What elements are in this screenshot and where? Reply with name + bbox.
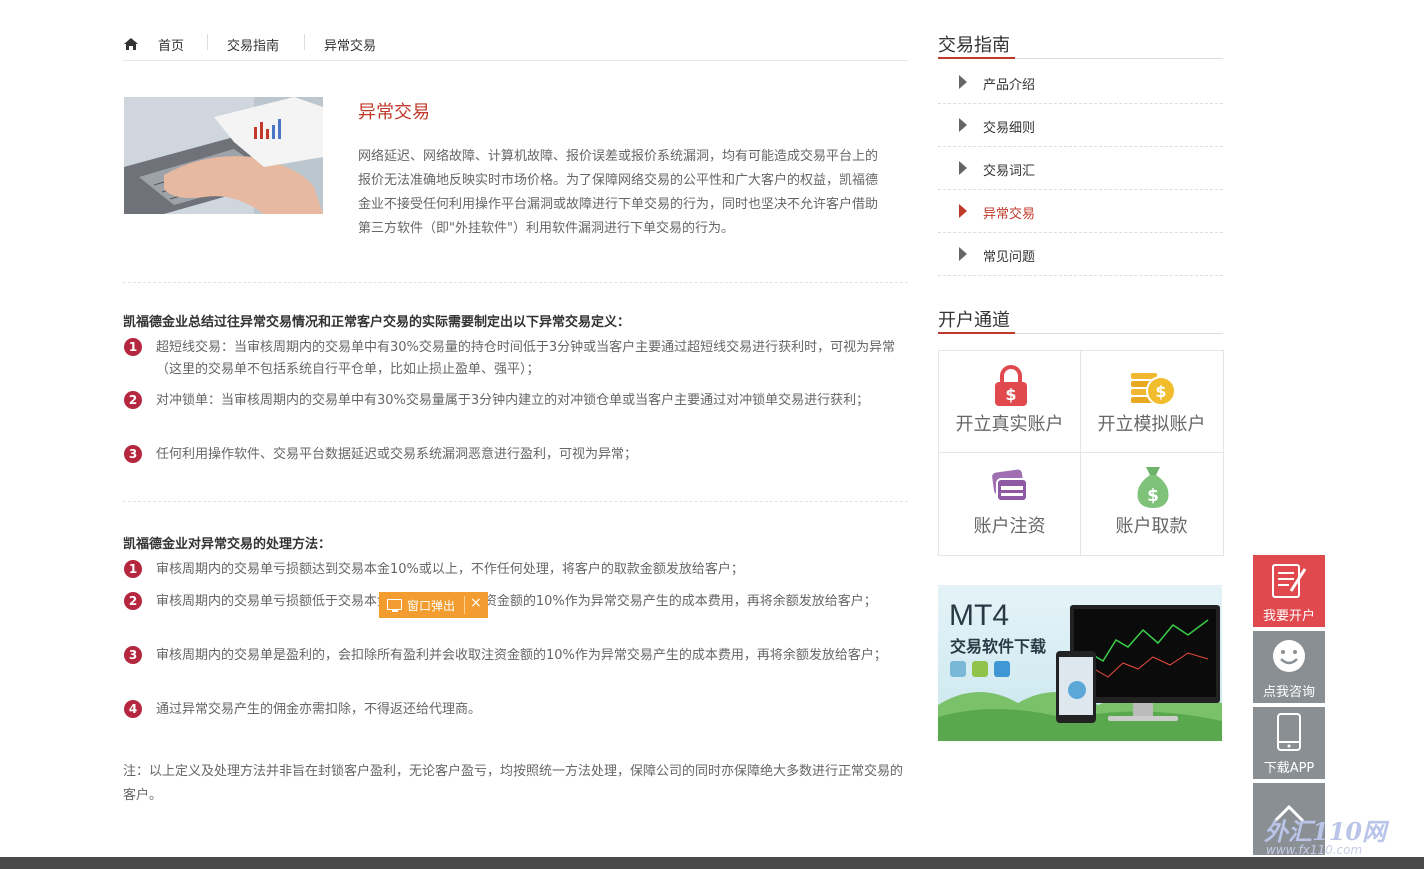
breadcrumb-home-link[interactable]: 首页 — [158, 35, 184, 54]
sidebar-item-abnormal[interactable]: 异常交易 — [938, 189, 1223, 233]
coins-icon: $ — [1131, 373, 1176, 406]
form-pen-icon — [1272, 564, 1307, 598]
divider — [123, 282, 908, 283]
list-number-badge: 4 — [124, 700, 142, 718]
sidebar-item-label[interactable]: 常见问题 — [983, 246, 1035, 265]
breadcrumb-separator — [207, 34, 208, 50]
phone-icon — [1277, 713, 1301, 751]
divider — [123, 501, 908, 502]
sidebar-title-accent — [938, 57, 1015, 59]
withdraw-tile[interactable]: $ 账户取款 — [1081, 453, 1222, 554]
popup-label[interactable]: 窗口弹出 — [407, 597, 455, 614]
open-real-account-tile[interactable]: $ 开立真实账户 — [939, 351, 1080, 452]
lock-dollar-icon: $ — [995, 365, 1027, 406]
keyboard-hand-image-art — [124, 97, 323, 214]
svg-text:$: $ — [1155, 382, 1166, 401]
sidebar-item-label[interactable]: 异常交易 — [983, 203, 1035, 222]
tile-label[interactable]: 账户注资 — [939, 512, 1080, 538]
caret-right-icon — [959, 161, 967, 175]
account-tile-grid: $ 开立真实账户 $ 开立模拟账户 账户注资 $ 账户取款 — [938, 350, 1224, 556]
list-item: 对冲锁单：当审核周期内的交易单中有30%交易量属于3分钟内建立的对冲锁仓单或当客… — [156, 393, 870, 408]
svg-text:$: $ — [1147, 486, 1159, 506]
caret-right-icon — [959, 75, 967, 89]
section2-title: 凯福德金业对异常交易的处理方法： — [123, 537, 332, 552]
tile-label[interactable]: 开立真实账户 — [939, 410, 1080, 436]
list-number-badge: 2 — [124, 592, 142, 610]
popup-divider — [464, 596, 465, 614]
breadcrumb-guide-link[interactable]: 交易指南 — [227, 35, 279, 54]
sidebar-item-glossary[interactable]: 交易词汇 — [938, 146, 1223, 190]
float-button-label[interactable]: 我要开户 — [1253, 605, 1325, 624]
list-item: 任何利用操作软件、交易平台数据延迟或交易系统漏洞恶意进行盈利，可视为异常； — [156, 447, 638, 462]
svg-text:$: $ — [1005, 385, 1016, 404]
breadcrumb-separator — [304, 34, 305, 50]
monitor-icon — [387, 599, 402, 612]
sidebar-item-label[interactable]: 交易词汇 — [983, 160, 1035, 179]
tile-label[interactable]: 账户取款 — [1081, 512, 1222, 538]
breadcrumb: 首页 交易指南 异常交易 — [123, 30, 908, 61]
watermark-logo: 外汇110网 — [1264, 817, 1387, 846]
download-app-float-button[interactable]: 下载APP — [1253, 707, 1325, 779]
mt4-download-banner[interactable]: MT4 交易软件下载 — [938, 585, 1222, 741]
home-icon[interactable] — [123, 37, 139, 51]
section1-title: 凯福德金业总结过往异常交易情况和正常客户交易的实际需要制定出以下异常交易定义： — [123, 315, 631, 330]
sidebar-item-label[interactable]: 产品介绍 — [983, 74, 1035, 93]
money-bag-icon: $ — [1137, 467, 1169, 508]
card-icon — [992, 469, 1028, 502]
caret-right-icon — [959, 247, 967, 261]
tile-label[interactable]: 开立模拟账户 — [1081, 410, 1222, 436]
smile-chat-icon — [1273, 640, 1305, 672]
watermark-url: www.fx110.com — [1266, 843, 1363, 857]
caret-right-icon — [959, 204, 967, 218]
float-button-label[interactable]: 下载APP — [1253, 757, 1325, 776]
deposit-tile[interactable]: 账户注资 — [939, 453, 1080, 554]
list-number-badge: 1 — [124, 560, 142, 578]
mt4-title: MT4 — [949, 599, 1009, 632]
open-account-float-button[interactable]: 我要开户 — [1253, 555, 1325, 627]
sidebar-item-label[interactable]: 交易细则 — [983, 117, 1035, 136]
list-number-badge: 2 — [124, 391, 142, 409]
list-number-badge: 1 — [124, 338, 142, 356]
open-demo-account-tile[interactable]: $ 开立模拟账户 — [1081, 351, 1222, 452]
sidebar-title-accent — [938, 332, 1015, 334]
list-item: 超短线交易：当审核周期内的交易单中有30%交易量的持仓时间低于3分钟或当客户主要… — [156, 340, 896, 377]
caret-right-icon — [959, 118, 967, 132]
list-item: 审核周期内的交易单是盈利的，会扣除所有盈利并会收取注资金额的10%作为异常交易产… — [156, 648, 887, 663]
footer-bar — [0, 857, 1424, 869]
list-number-badge: 3 — [124, 445, 142, 463]
note-text: 注：以上定义及处理方法并非旨在封锁客户盈利，无论客户盈亏，均按照统一方法处理，保… — [123, 764, 904, 803]
intro-text: 网络延迟、网络故障、计算机故障、报价误差或报价系统漏洞，均有可能造成交易平台上的… — [358, 149, 879, 236]
sidebar-guide-title: 交易指南 — [938, 35, 1010, 56]
window-popup-tab[interactable]: 窗口弹出 × — [379, 592, 488, 618]
list-item: 审核周期内的交易单亏损额达到交易本金10%或以上，不作任何处理，将客户的取款金额… — [156, 562, 744, 577]
close-icon[interactable]: × — [470, 595, 482, 611]
consult-float-button[interactable]: 点我咨询 — [1253, 631, 1325, 703]
list-item: 通过异常交易产生的佣金亦需扣除，不得返还给代理商。 — [156, 702, 482, 717]
keyboard-hand-image — [124, 97, 323, 214]
sidebar-account-title: 开户通道 — [938, 310, 1010, 331]
list-item: 审核周期内的交易单亏损额低于交易本金10%，会收取注资金额的10%作为异常交易产… — [156, 594, 877, 609]
sidebar-item-rules[interactable]: 交易细则 — [938, 103, 1223, 147]
breadcrumb-current-link[interactable]: 异常交易 — [324, 35, 376, 54]
list-number-badge: 3 — [124, 646, 142, 664]
intro-title: 异常交易 — [358, 102, 430, 123]
sidebar-item-product[interactable]: 产品介绍 — [938, 60, 1223, 104]
mt4-subtitle: 交易软件下载 — [950, 637, 1047, 656]
float-button-label[interactable]: 点我咨询 — [1253, 681, 1325, 700]
sidebar-item-faq[interactable]: 常见问题 — [938, 232, 1223, 276]
